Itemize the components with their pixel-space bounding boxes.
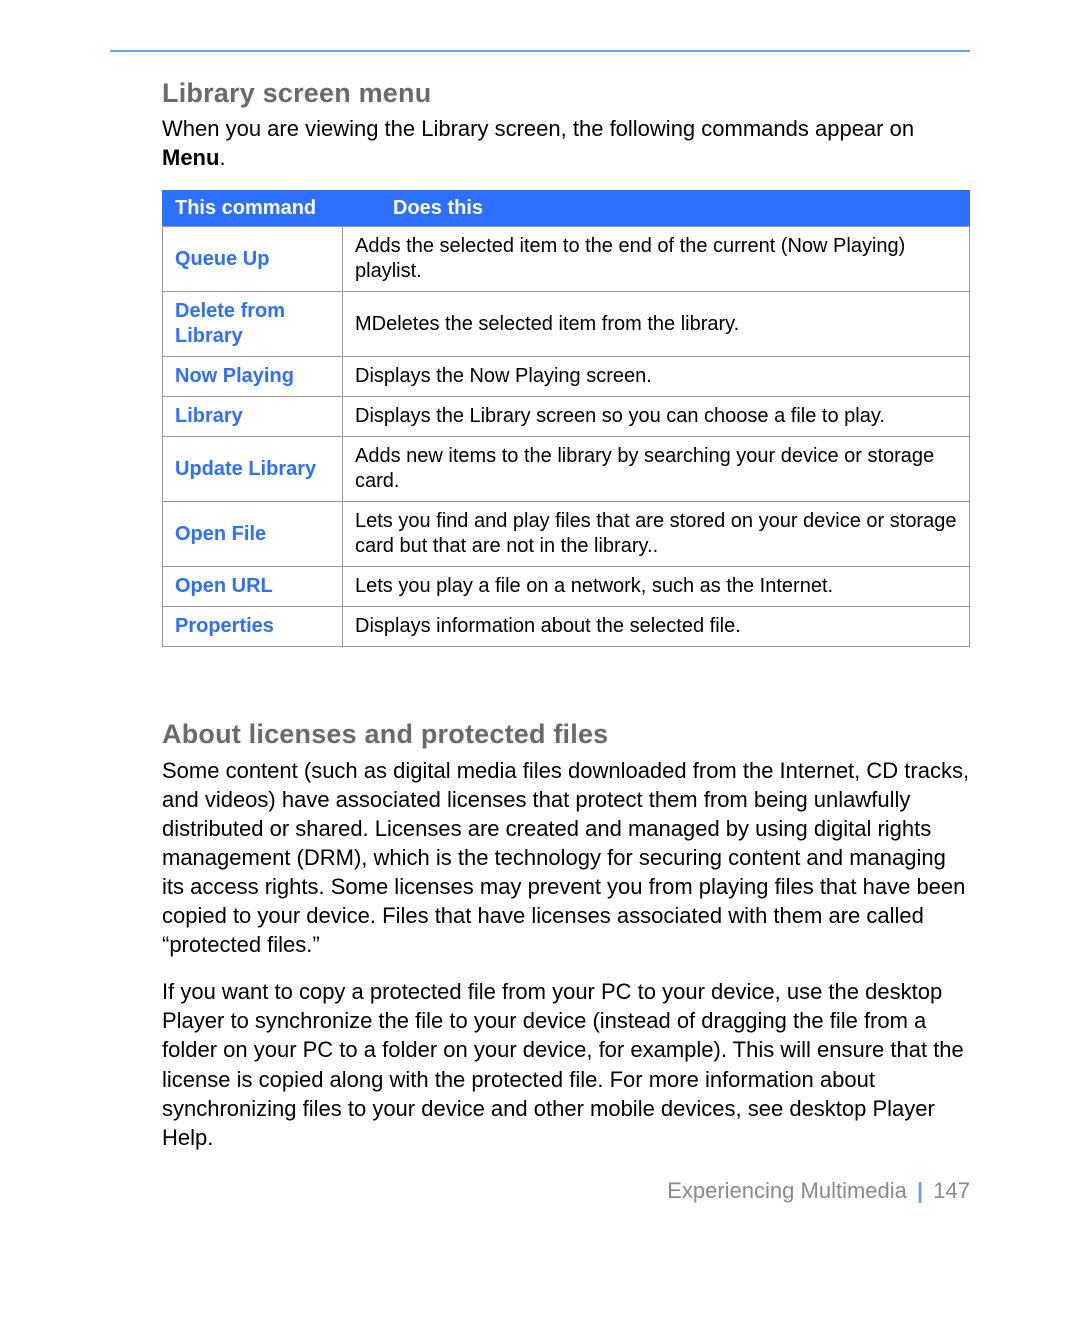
cmd-name: Now Playing <box>163 357 343 397</box>
intro-suffix: . <box>219 145 225 170</box>
cmd-desc: Adds new items to the library by searchi… <box>343 437 970 502</box>
intro-paragraph: When you are viewing the Library screen,… <box>162 115 970 172</box>
cmd-name: Delete from Library <box>163 292 343 357</box>
cmd-desc: Displays the Library screen so you can c… <box>343 397 970 437</box>
cmd-desc: Adds the selected item to the end of the… <box>343 227 970 292</box>
licenses-para-2: If you want to copy a protected file fro… <box>162 977 970 1151</box>
header-does-this: Does this <box>343 191 970 227</box>
cmd-desc: Lets you find and play files that are st… <box>343 502 970 567</box>
page-footer: Experiencing Multimedia | 147 <box>110 1178 970 1204</box>
table-row: Update Library Adds new items to the lib… <box>163 437 970 502</box>
cmd-desc: Lets you play a file on a network, such … <box>343 567 970 607</box>
footer-separator: | <box>913 1178 927 1203</box>
cmd-name: Open File <box>163 502 343 567</box>
licenses-para-1: Some content (such as digital media file… <box>162 756 970 959</box>
table-row: Library Displays the Library screen so y… <box>163 397 970 437</box>
footer-chapter: Experiencing Multimedia <box>667 1178 907 1203</box>
cmd-name: Update Library <box>163 437 343 502</box>
cmd-desc: Displays information about the selected … <box>343 607 970 647</box>
commands-table: This command Does this Queue Up Adds the… <box>162 190 970 647</box>
section-gap <box>162 647 970 719</box>
footer-page-number: 147 <box>933 1178 970 1203</box>
table-row: Open File Lets you find and play files t… <box>163 502 970 567</box>
content-area: Library screen menu When you are viewing… <box>110 78 970 1152</box>
table-row: Properties Displays information about th… <box>163 607 970 647</box>
table-row: Delete from Library MDeletes the selecte… <box>163 292 970 357</box>
intro-text: When you are viewing the Library screen,… <box>162 116 914 141</box>
table-row: Queue Up Adds the selected item to the e… <box>163 227 970 292</box>
intro-bold: Menu <box>162 145 219 170</box>
cmd-desc: Displays the Now Playing screen. <box>343 357 970 397</box>
document-page: Library screen menu When you are viewing… <box>0 0 1080 1254</box>
cmd-name: Library <box>163 397 343 437</box>
table-row: Open URL Lets you play a file on a netwo… <box>163 567 970 607</box>
top-divider <box>110 50 970 52</box>
cmd-name: Open URL <box>163 567 343 607</box>
cmd-name: Properties <box>163 607 343 647</box>
table-row: Now Playing Displays the Now Playing scr… <box>163 357 970 397</box>
heading-library-menu: Library screen menu <box>162 78 970 109</box>
heading-about-licenses: About licenses and protected files <box>162 719 970 750</box>
header-this-command: This command <box>163 191 343 227</box>
cmd-name: Queue Up <box>163 227 343 292</box>
table-header-row: This command Does this <box>163 191 970 227</box>
cmd-desc: MDeletes the selected item from the libr… <box>343 292 970 357</box>
